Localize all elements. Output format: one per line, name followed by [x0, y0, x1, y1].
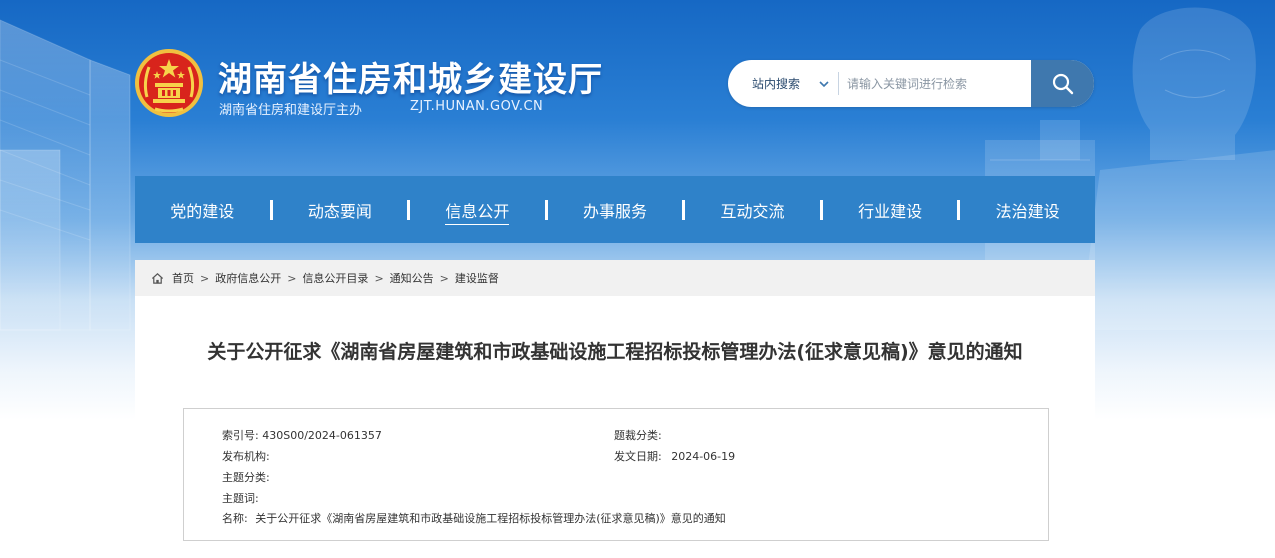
breadcrumb: 首页 > 政府信息公开 > 信息公开目录 > 通知公告 > 建设监督 [135, 260, 1095, 296]
meta-name-value: 关于公开征求《湖南省房屋建筑和市政基础设施工程招标投标管理办法(征求意见稿)》意… [255, 512, 726, 525]
nav-item-label: 信息公开 [445, 201, 510, 225]
chevron-down-icon [819, 81, 829, 88]
metadata-table: 索引号: 430S00/2024-061357 题裁分类: 发布机构: 发文日期… [183, 408, 1049, 541]
meta-publisher: 发布机构: [222, 448, 270, 464]
breadcrumb-notices[interactable]: 通知公告 [390, 270, 434, 286]
breadcrumb-info-catalog[interactable]: 信息公开目录 [302, 270, 368, 286]
search-bar: 站内搜索 [728, 60, 1094, 107]
meta-date: 发文日期: 2024-06-19 [614, 448, 735, 464]
search-button[interactable] [1031, 60, 1094, 107]
nav-item-information-disclosure[interactable]: 信息公开 [410, 198, 545, 225]
search-scope-select[interactable]: 站内搜索 [728, 60, 838, 107]
article-title: 关于公开征求《湖南省房屋建筑和市政基础设施工程招标投标管理办法(征求意见稿)》意… [207, 341, 1023, 363]
meta-keyword-label: 主题词: [222, 492, 259, 505]
nav-item-label: 动态要闻 [307, 201, 372, 221]
search-divider [838, 72, 839, 95]
nav-item-interaction[interactable]: 互动交流 [685, 198, 820, 222]
site-subtitle: 湖南省住房和建设厅主办 [219, 103, 363, 118]
meta-category: 题裁分类: [614, 427, 662, 443]
nav-item-rule-of-law[interactable]: 法治建设 [960, 198, 1095, 222]
nav-item-party-building[interactable]: 党的建设 [135, 198, 270, 222]
meta-publisher-label: 发布机构: [222, 450, 270, 463]
nav-item-news[interactable]: 动态要闻 [273, 198, 408, 222]
breadcrumb-separator: > [374, 271, 384, 285]
meta-keyword: 主题词: [222, 490, 259, 506]
breadcrumb-home[interactable]: 首页 [172, 270, 194, 286]
breadcrumb-gov-info[interactable]: 政府信息公开 [215, 270, 281, 286]
search-input[interactable] [840, 60, 1030, 107]
nav-item-label: 互动交流 [720, 201, 785, 221]
nav-item-services[interactable]: 办事服务 [548, 198, 683, 222]
meta-date-value: 2024-06-19 [671, 450, 736, 463]
content-panel: 首页 > 政府信息公开 > 信息公开目录 > 通知公告 > 建设监督 关于公开征… [135, 260, 1095, 558]
home-icon[interactable] [151, 272, 164, 285]
national-emblem-icon [135, 49, 203, 117]
site-domain: ZJT.HUNAN.GOV.CN [410, 99, 544, 114]
nav-item-label: 行业建设 [858, 201, 923, 221]
meta-index-value: 430S00/2024-061357 [262, 429, 382, 442]
meta-index-label: 索引号: [222, 429, 259, 442]
meta-category-label: 题裁分类: [614, 429, 662, 442]
search-scope-label: 站内搜索 [752, 77, 801, 91]
breadcrumb-separator: > [287, 271, 297, 285]
meta-name: 名称: 关于公开征求《湖南省房屋建筑和市政基础设施工程招标投标管理办法(征求意见… [222, 510, 726, 526]
nav-item-industry[interactable]: 行业建设 [823, 198, 958, 222]
main-nav: 党的建设 动态要闻 信息公开 办事服务 互动交流 行业建设 法治建设 [135, 176, 1095, 243]
nav-item-label: 党的建设 [170, 201, 235, 221]
meta-name-label: 名称: [222, 512, 248, 525]
meta-topic-label: 主题分类: [222, 471, 270, 484]
meta-date-label: 发文日期: [614, 450, 662, 463]
nav-item-label: 办事服务 [582, 201, 647, 221]
breadcrumb-separator: > [439, 271, 449, 285]
nav-item-label: 法治建设 [995, 201, 1060, 221]
meta-index: 索引号: 430S00/2024-061357 [222, 427, 382, 443]
breadcrumb-separator: > [200, 271, 210, 285]
search-icon [1052, 73, 1073, 94]
meta-topic: 主题分类: [222, 469, 270, 485]
site-title[interactable]: 湖南省住房和城乡建设厅 [218, 52, 603, 101]
breadcrumb-supervision[interactable]: 建设监督 [455, 270, 499, 286]
